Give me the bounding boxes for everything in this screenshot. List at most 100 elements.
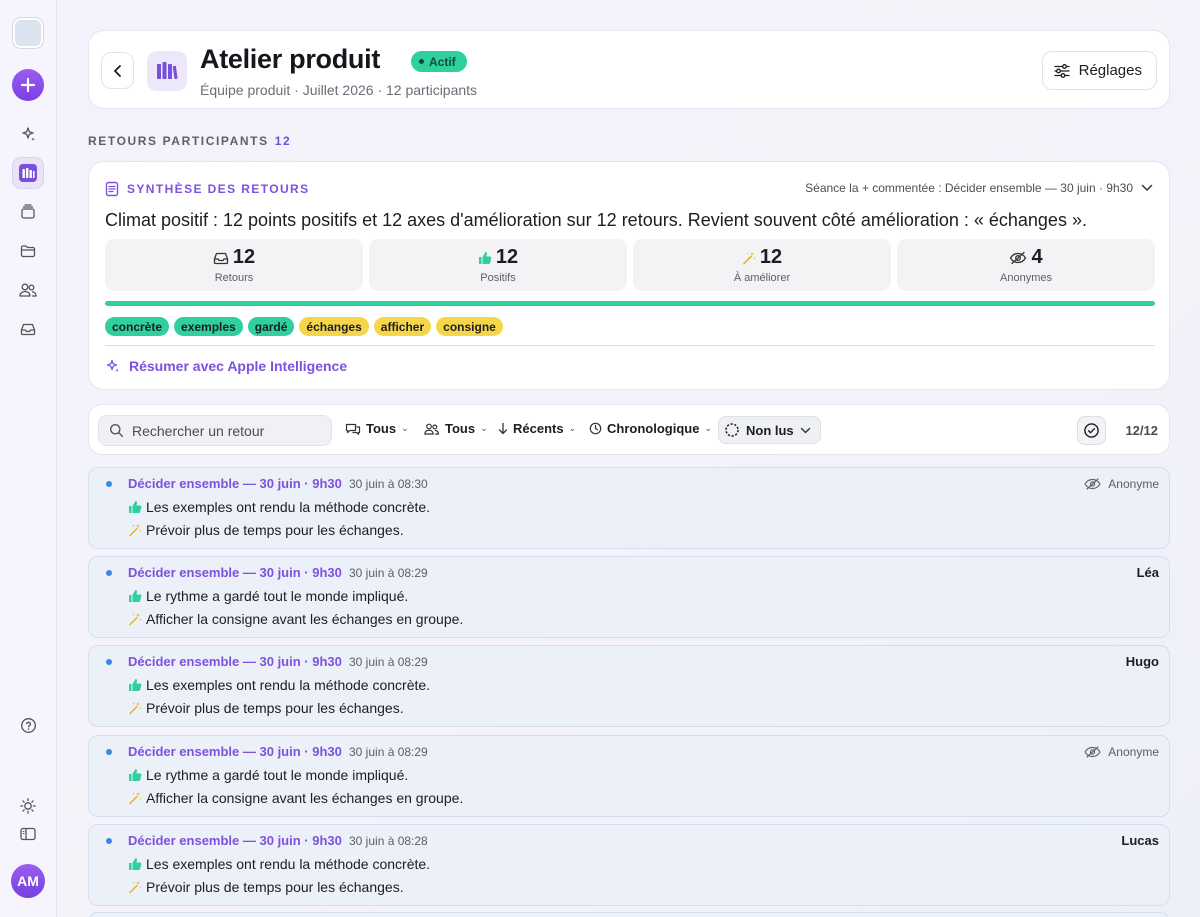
workspace-logo[interactable] <box>13 18 43 48</box>
new-item-button[interactable] <box>12 69 44 101</box>
settings-label: Réglages <box>1078 62 1142 79</box>
stat-label: Anonymes <box>1000 272 1052 284</box>
feedback-row[interactable]: Décider ensemble — 30 juin · 9h30 30 jui… <box>88 556 1170 638</box>
library-icon <box>147 51 187 91</box>
chevron-left-icon <box>113 64 121 77</box>
unread-filter-dropdown[interactable]: Non lus <box>718 416 821 444</box>
search-box[interactable] <box>98 415 332 446</box>
sidebar-item-sparkles[interactable] <box>12 118 44 150</box>
feedback-row[interactable]: Décider ensemble — 30 juin · 9h30 30 jui… <box>88 735 1170 817</box>
chevron-down-icon: ⌄ <box>568 423 577 433</box>
magic-wand-icon <box>129 524 142 537</box>
chevron-down-icon: ⌄ <box>480 423 488 433</box>
result-count: 12/12 <box>1125 423 1158 438</box>
view-label: Chronologique <box>607 421 700 436</box>
feedback-author: Anonyme <box>1108 745 1159 759</box>
feedback-session[interactable]: Décider ensemble — 30 juin · 9h30 <box>128 654 342 669</box>
thumbs-up-icon <box>478 251 492 264</box>
mark-all-read-button[interactable] <box>1077 416 1106 445</box>
sidebar-toggle[interactable] <box>12 818 44 850</box>
stat-anonymes: 4 Anonymes <box>897 239 1155 291</box>
chat-bubbles-icon <box>345 423 361 435</box>
clock-icon <box>589 422 602 435</box>
help-icon <box>20 717 36 733</box>
magic-wand-icon <box>129 881 142 894</box>
feedback-session[interactable]: Décider ensemble — 30 juin · 9h30 <box>128 833 342 848</box>
inbox-icon <box>213 252 229 264</box>
stat-value: 12 <box>232 246 256 268</box>
improve-comment: Afficher la consigne avant les échanges … <box>128 611 463 627</box>
sort-label: Récents <box>513 421 564 436</box>
magic-wand-icon <box>129 792 142 805</box>
feedback-time: 30 juin à 08:29 <box>349 745 428 759</box>
dashed-circle-icon <box>725 423 739 437</box>
magic-wand-icon <box>129 613 142 626</box>
sidebar-item-folder[interactable] <box>12 235 44 267</box>
thumbs-up-icon <box>129 679 142 691</box>
tag-improve[interactable]: consigne <box>436 317 503 336</box>
inbox-icon <box>20 323 36 336</box>
tag-positive[interactable]: concrète <box>105 317 170 336</box>
summarize-ai-button[interactable]: Résumer avec Apple Intelligence <box>105 358 347 374</box>
sidebar-item-stack[interactable] <box>12 196 44 228</box>
unread-dot <box>106 749 112 755</box>
type-filter-dropdown[interactable]: Tous ⌄ <box>345 421 409 436</box>
positive-text: Les exemples ont rendu la méthode concrè… <box>146 499 431 515</box>
thumbs-up-icon <box>129 501 142 513</box>
keyword-tags: concrète exemples gardé échanges affiche… <box>105 317 503 336</box>
tag-improve[interactable]: échanges <box>299 317 369 336</box>
anonymous-badge: Anonyme <box>1084 745 1159 759</box>
improve-comment: Afficher la consigne avant les échanges … <box>128 790 463 806</box>
positive-comment: Les exemples ont rendu la méthode concrè… <box>128 856 430 872</box>
positive-comment: Les exemples ont rendu la méthode concrè… <box>128 499 430 515</box>
unread-filter-label: Non lus <box>746 422 794 438</box>
summarize-ai-label: Résumer avec Apple Intelligence <box>129 358 348 374</box>
tag-improve[interactable]: afficher <box>373 317 432 336</box>
positive-text: Les exemples ont rendu la méthode concrè… <box>146 677 431 693</box>
sidebar-toggle-icon <box>20 827 36 841</box>
stat-a-ameliorer: 12 À améliorer <box>633 239 891 291</box>
feedback-row[interactable]: Décider ensemble — 30 juin · 9h30 30 jui… <box>88 824 1170 906</box>
feedback-row-partial[interactable] <box>88 912 1170 917</box>
search-input[interactable] <box>132 422 322 439</box>
feedback-author: Lucas <box>1121 833 1159 848</box>
improve-text: Afficher la consigne avant les échanges … <box>146 611 464 627</box>
eye-slash-icon <box>1084 478 1101 490</box>
feedback-session[interactable]: Décider ensemble — 30 juin · 9h30 <box>128 744 342 759</box>
sidebar-item-people[interactable] <box>12 274 44 306</box>
search-icon <box>110 424 124 438</box>
summary-session-selector[interactable]: Séance la + commentée : Décider ensemble… <box>805 181 1153 195</box>
back-button[interactable] <box>101 52 134 89</box>
improve-comment: Prévoir plus de temps pour les échanges. <box>128 522 404 538</box>
feedback-session[interactable]: Décider ensemble — 30 juin · 9h30 <box>128 565 342 580</box>
summary-card: SYNTHÈSE DES RETOURS Séance la + comment… <box>88 161 1170 390</box>
settings-button[interactable]: Réglages <box>1041 51 1157 90</box>
people-filter-dropdown[interactable]: Tous ⌄ <box>423 421 488 436</box>
positive-comment: Le rythme a gardé tout le monde impliqué… <box>128 767 408 783</box>
stat-retours: 12 Retours <box>105 239 363 291</box>
magic-wand-icon <box>129 702 142 715</box>
help-button[interactable] <box>12 709 44 741</box>
view-dropdown[interactable]: Chronologique ⌄ <box>589 421 712 436</box>
tag-positive[interactable]: gardé <box>247 317 295 336</box>
sidebar-item-library[interactable] <box>12 157 44 189</box>
status-dot <box>419 59 424 64</box>
feedback-row[interactable]: Décider ensemble — 30 juin · 9h30 30 jui… <box>88 645 1170 727</box>
improve-comment: Prévoir plus de temps pour les échanges. <box>128 879 404 895</box>
feedback-row[interactable]: Décider ensemble — 30 juin · 9h30 30 jui… <box>88 467 1170 549</box>
improve-comment: Prévoir plus de temps pour les échanges. <box>128 700 404 716</box>
sparkles-icon <box>22 127 35 141</box>
stat-value: 12 <box>759 246 783 268</box>
unread-dot <box>106 481 112 487</box>
sidebar-item-inbox[interactable] <box>12 313 44 345</box>
chevron-down-icon: ⌄ <box>401 423 409 433</box>
tag-positive[interactable]: exemples <box>174 317 243 336</box>
feedback-session[interactable]: Décider ensemble — 30 juin · 9h30 <box>128 476 342 491</box>
plus-icon <box>20 77 36 93</box>
feedback-author: Anonyme <box>1108 477 1159 491</box>
feedback-time: 30 juin à 08:28 <box>349 834 428 848</box>
eye-slash-icon <box>1010 251 1027 264</box>
sort-dropdown[interactable]: Récents ⌄ <box>498 421 576 436</box>
section-heading: RETOURS PARTICIPANTS 12 <box>88 134 291 148</box>
avatar[interactable]: AM <box>11 864 45 898</box>
